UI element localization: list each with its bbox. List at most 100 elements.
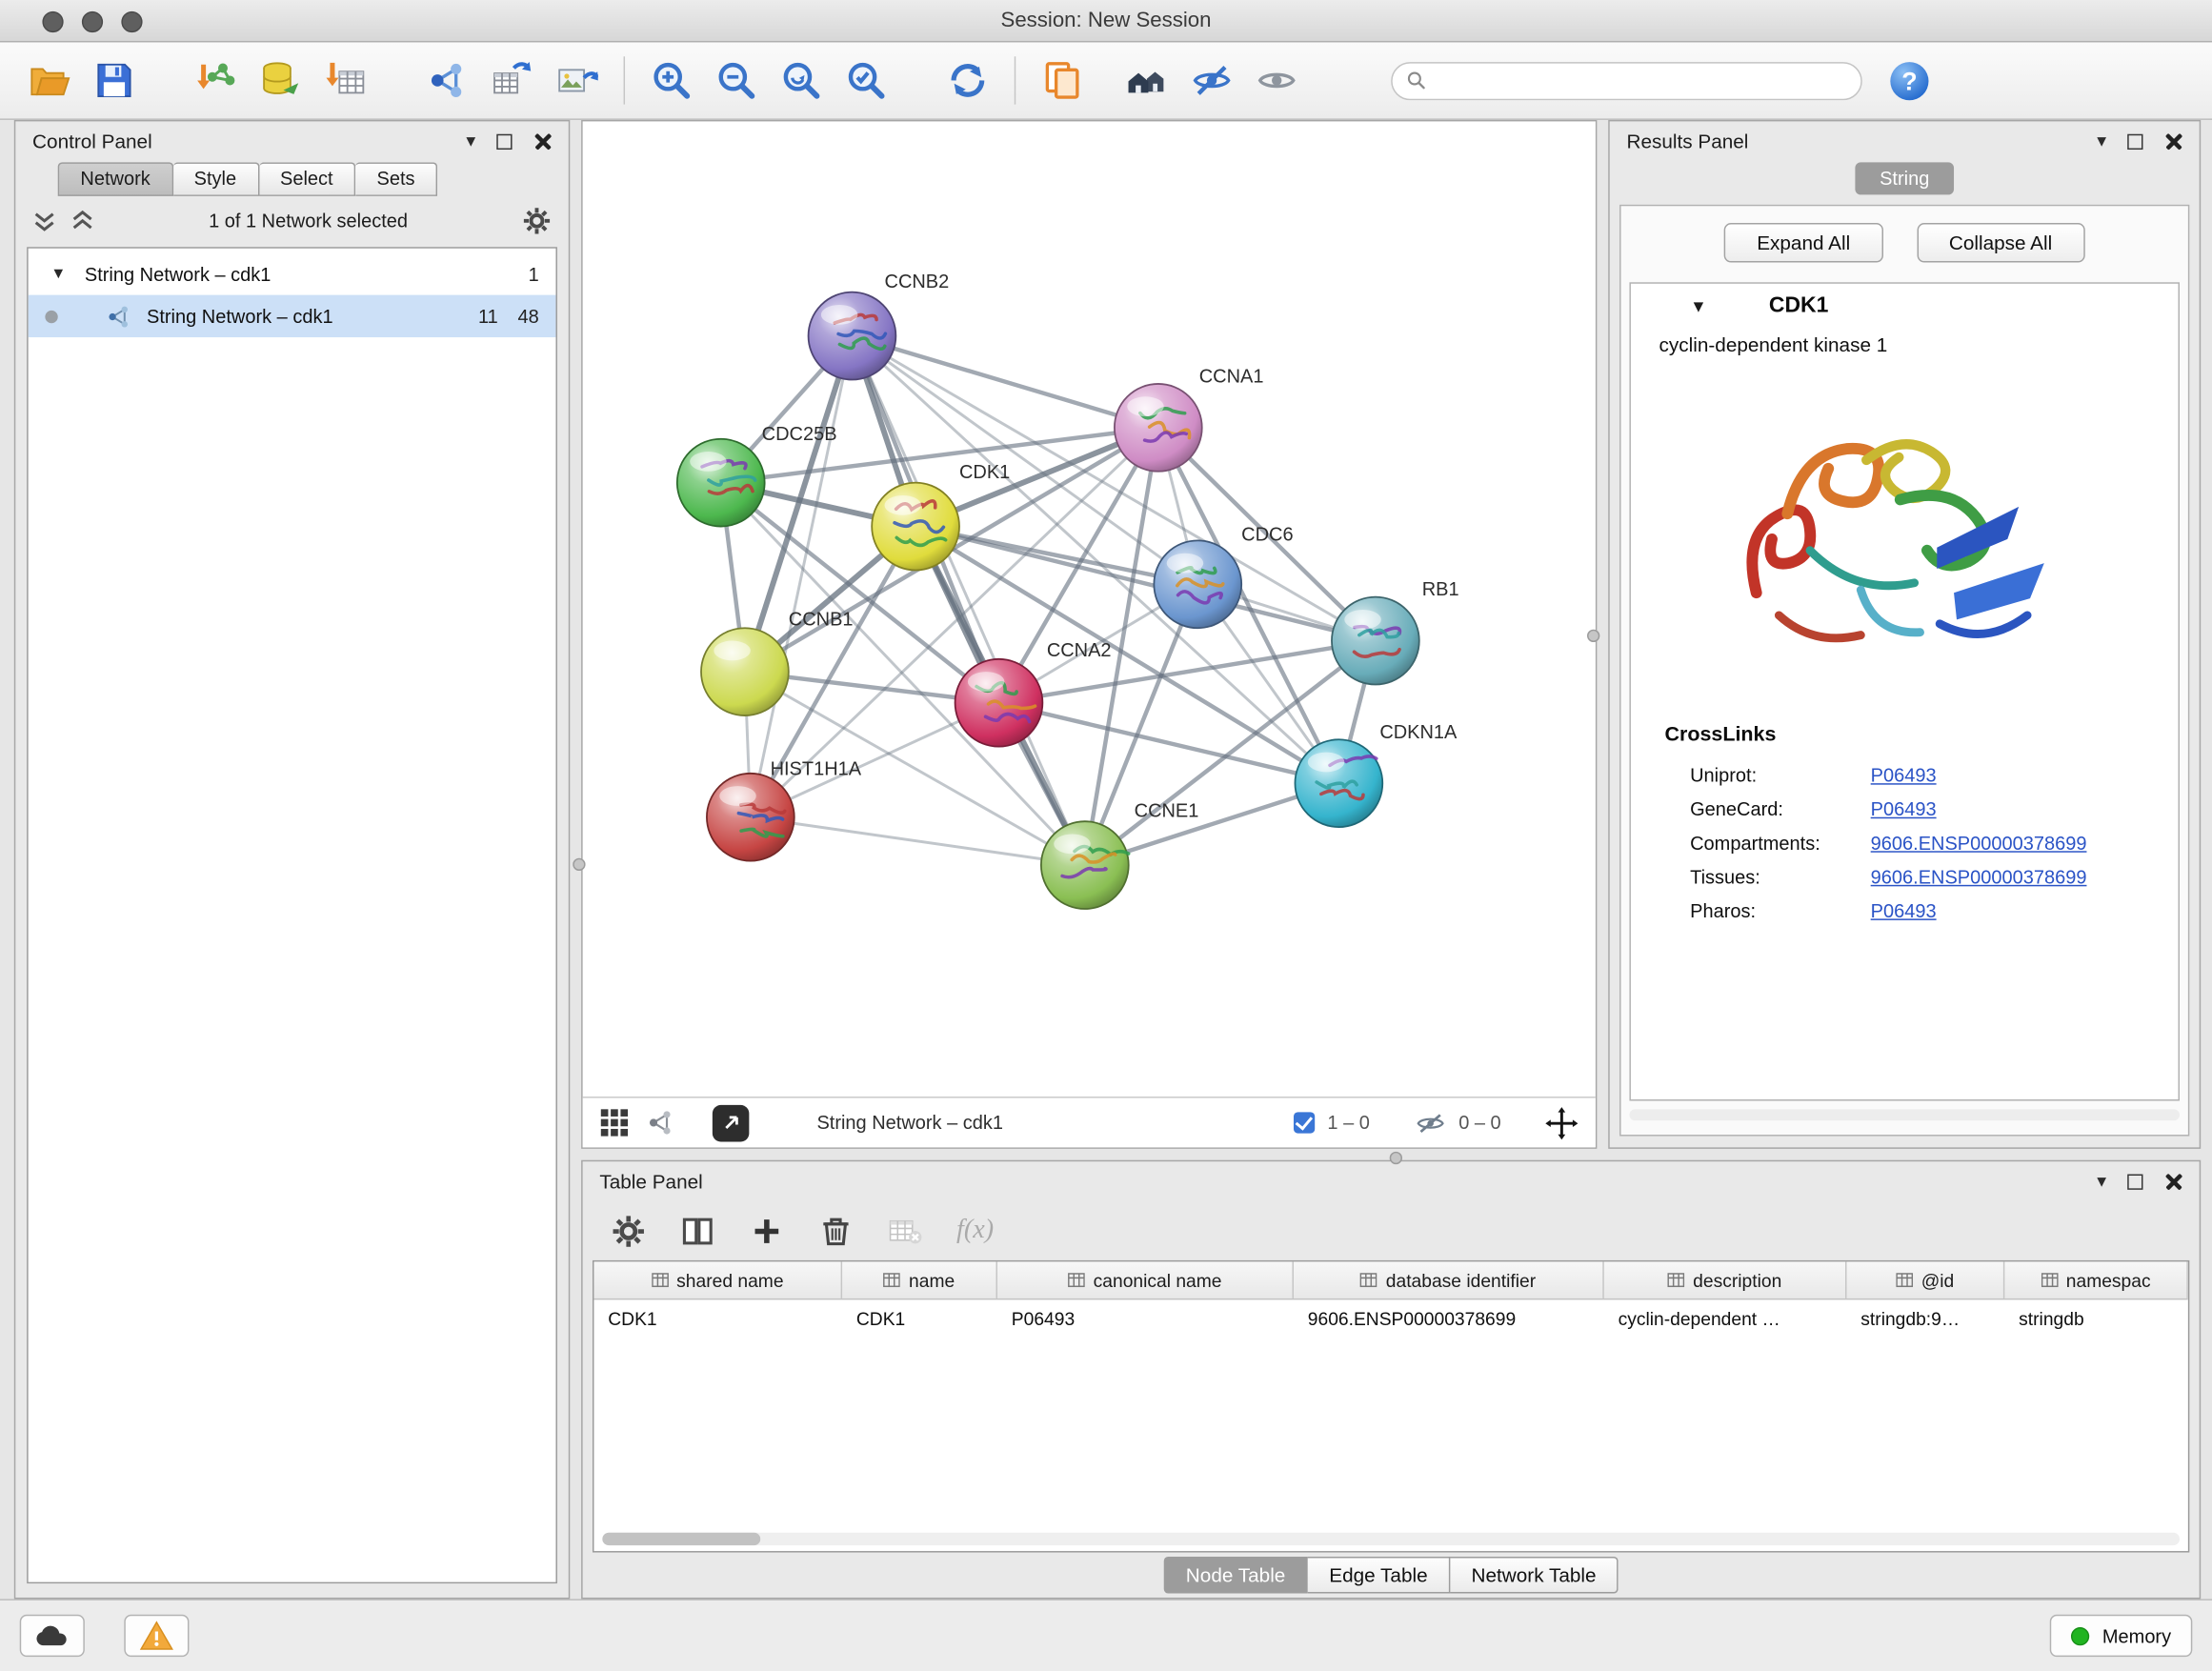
hidden-eye-icon[interactable] — [1415, 1112, 1446, 1135]
network-view[interactable]: CCNB2CCNA1CDC25BCDK1CDC6RB1CCNB1CCNA2CDK… — [581, 120, 1597, 1149]
minimize-window-button[interactable] — [82, 10, 103, 31]
network-edge[interactable] — [915, 527, 1376, 641]
network-node-CDC25B[interactable] — [677, 439, 765, 527]
column-header-name[interactable]: name — [842, 1261, 997, 1299]
table-horizontal-scrollbar[interactable] — [602, 1533, 2180, 1545]
crosslink-link[interactable]: 9606.ENSP00000378699 — [1871, 832, 2087, 853]
tab-string[interactable]: String — [1856, 162, 1954, 194]
zoom-window-button[interactable] — [121, 10, 142, 31]
save-session-icon[interactable] — [82, 50, 147, 110]
network-node-CDC6[interactable] — [1154, 540, 1241, 628]
float-panel-icon[interactable] — [2127, 133, 2142, 149]
zoom-out-icon[interactable] — [704, 50, 769, 110]
tab-node-table[interactable]: Node Table — [1163, 1557, 1308, 1594]
network-collection-row[interactable]: ▼ String Network – cdk1 1 — [29, 252, 556, 294]
close-panel-icon[interactable] — [2164, 1172, 2182, 1190]
new-network-icon[interactable] — [414, 50, 479, 110]
network-overview-icon[interactable] — [646, 1108, 675, 1137]
crosslink-link[interactable]: P06493 — [1871, 764, 1937, 785]
panel-menu-icon[interactable]: ▾ — [466, 130, 475, 152]
network-edge[interactable] — [852, 336, 1084, 866]
copy-icon[interactable] — [1030, 50, 1095, 110]
network-canvas[interactable]: CCNB2CCNA1CDC25BCDK1CDC6RB1CCNB1CCNA2CDK… — [583, 121, 1596, 1099]
column-header-namespac[interactable]: namespac — [2004, 1261, 2188, 1299]
scrollbar-thumb[interactable] — [602, 1533, 760, 1545]
splitter-handle[interactable] — [573, 858, 585, 871]
crosslink-row: Compartments:9606.ENSP00000378699 — [1631, 826, 2179, 860]
birds-eye-view-icon[interactable] — [599, 1108, 629, 1137]
float-panel-icon[interactable] — [496, 133, 512, 149]
close-panel-icon[interactable] — [2164, 132, 2182, 151]
network-node-CCNA1[interactable] — [1115, 384, 1202, 472]
zoom-in-icon[interactable] — [639, 50, 704, 110]
show-all-icon[interactable] — [1244, 50, 1309, 110]
tab-network[interactable]: Network — [58, 162, 173, 196]
tab-style[interactable]: Style — [172, 162, 258, 196]
splitter-handle[interactable] — [1587, 630, 1599, 642]
collapse-caret-icon[interactable]: ▼ — [50, 266, 70, 283]
tab-network-table[interactable]: Network Table — [1450, 1557, 1619, 1594]
help-icon[interactable]: ? — [1884, 56, 1932, 104]
column-header-shared-name[interactable]: shared name — [593, 1261, 842, 1299]
tab-sets[interactable]: Sets — [355, 162, 437, 196]
tab-select[interactable]: Select — [259, 162, 355, 196]
table-row[interactable]: CDK1CDK1P064939606.ENSP00000378699cyclin… — [593, 1299, 2187, 1338]
show-columns-icon[interactable] — [680, 1213, 715, 1248]
tab-edge-table[interactable]: Edge Table — [1308, 1557, 1450, 1594]
close-panel-icon[interactable] — [533, 132, 552, 151]
export-image-icon[interactable] — [545, 50, 610, 110]
column-header-database-identifier[interactable]: database identifier — [1294, 1261, 1604, 1299]
network-options-gear-icon[interactable] — [522, 206, 552, 235]
collapse-all-icon[interactable] — [32, 209, 56, 232]
import-table-file-icon[interactable] — [313, 50, 378, 110]
table-settings-gear-icon[interactable] — [611, 1213, 646, 1248]
delete-column-icon[interactable] — [818, 1213, 854, 1248]
network-node-CCNB1[interactable] — [701, 628, 789, 715]
network-node-CCNE1[interactable] — [1041, 821, 1129, 909]
search-input[interactable] — [1437, 70, 1847, 91]
memory-button[interactable]: Memory — [2050, 1615, 2192, 1657]
network-edge[interactable] — [998, 703, 1338, 783]
add-column-icon[interactable] — [749, 1213, 784, 1248]
float-panel-icon[interactable] — [2127, 1174, 2142, 1189]
pan-crosshair-icon[interactable] — [1545, 1106, 1579, 1140]
network-edge[interactable] — [751, 817, 1085, 865]
import-network-database-icon[interactable] — [249, 50, 313, 110]
selected-checkbox-icon[interactable] — [1294, 1112, 1315, 1133]
results-scrollbar[interactable] — [1629, 1109, 2180, 1120]
close-window-button[interactable] — [42, 10, 63, 31]
crosslink-link[interactable]: P06493 — [1871, 798, 1937, 819]
open-session-icon[interactable] — [17, 50, 82, 110]
network-node-CCNA2[interactable] — [955, 659, 1043, 747]
expand-all-button[interactable]: Expand All — [1724, 223, 1882, 262]
network-node-CDKN1A[interactable] — [1295, 739, 1382, 827]
export-table-icon[interactable] — [480, 50, 545, 110]
network-node-CDK1[interactable] — [872, 483, 959, 571]
crosslink-link[interactable]: 9606.ENSP00000378699 — [1871, 866, 2087, 887]
zoom-fit-icon[interactable] — [769, 50, 834, 110]
zoom-selected-icon[interactable] — [834, 50, 898, 110]
column-header-canonical-name[interactable]: canonical name — [997, 1261, 1294, 1299]
warning-icon[interactable] — [124, 1615, 189, 1657]
network-node-RB1[interactable] — [1332, 597, 1419, 685]
network-row[interactable]: String Network – cdk1 11 48 — [29, 295, 556, 337]
network-node-HIST1H1A[interactable] — [707, 774, 794, 861]
home-icon[interactable] — [1115, 50, 1179, 110]
panel-menu-icon[interactable]: ▾ — [2097, 1170, 2106, 1193]
collapse-all-button[interactable]: Collapse All — [1917, 223, 2084, 262]
expand-all-icon[interactable] — [70, 209, 94, 232]
cloud-icon[interactable] — [20, 1615, 85, 1657]
crosslink-link[interactable]: P06493 — [1871, 899, 1937, 920]
panel-menu-icon[interactable]: ▾ — [2097, 130, 2106, 152]
hide-selected-icon[interactable] — [1179, 50, 1244, 110]
import-network-file-icon[interactable] — [184, 50, 249, 110]
splitter-handle[interactable] — [1390, 1152, 1402, 1164]
network-edge[interactable] — [852, 336, 1157, 428]
open-in-new-icon[interactable] — [713, 1104, 750, 1141]
network-node-CCNB2[interactable] — [809, 292, 896, 380]
collapse-entry-icon[interactable]: ▼ — [1690, 295, 1707, 315]
search-field[interactable] — [1391, 61, 1862, 99]
column-header-description[interactable]: description — [1604, 1261, 1847, 1299]
refresh-icon[interactable] — [935, 50, 1000, 110]
column-header--id[interactable]: @id — [1846, 1261, 2004, 1299]
